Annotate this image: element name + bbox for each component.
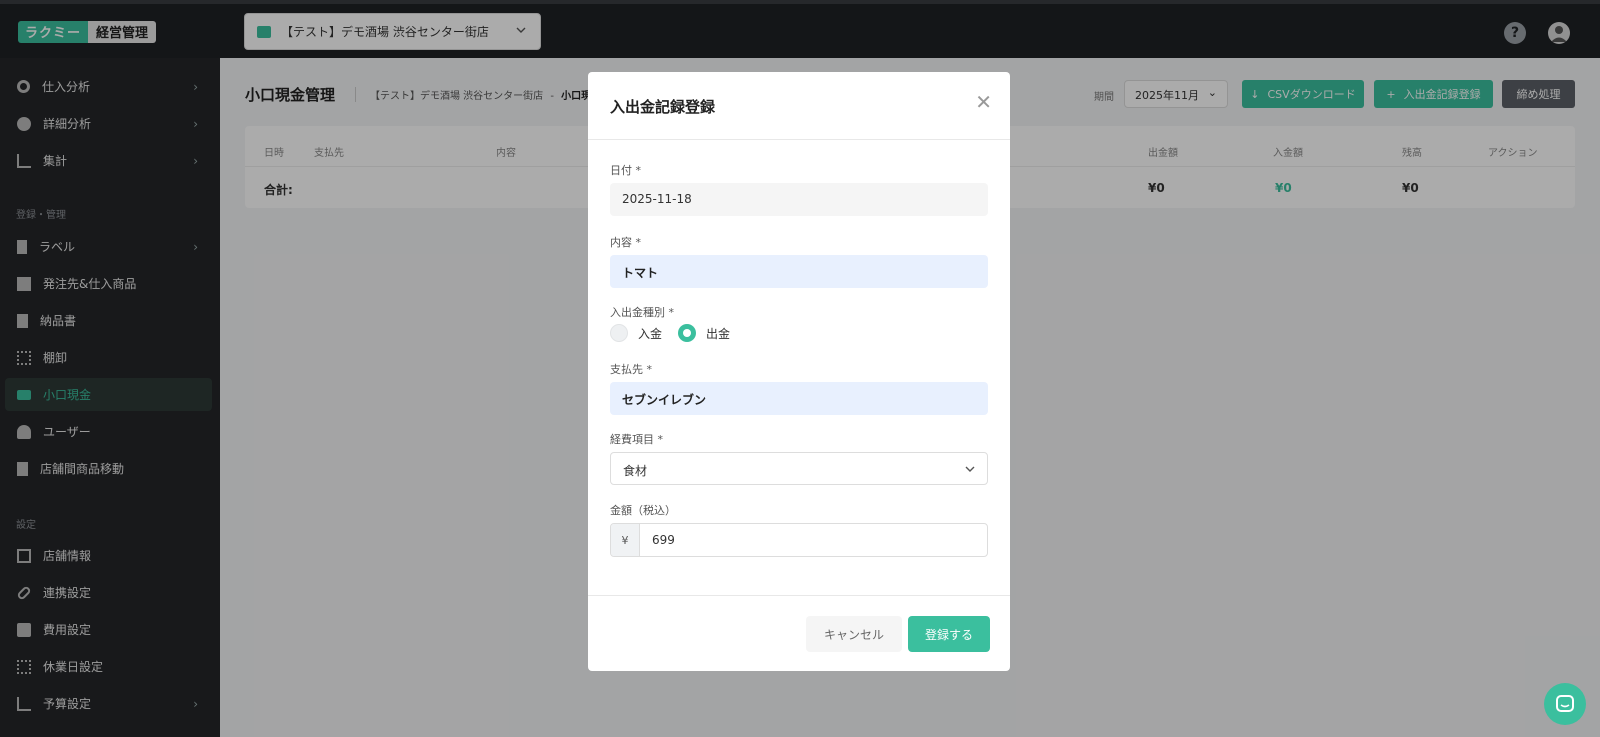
modal-header: 入出金記録登録 ✕ xyxy=(588,72,1010,140)
radio-withdrawal[interactable] xyxy=(678,324,697,342)
submit-button[interactable]: 登録する xyxy=(908,616,990,652)
cancel-button[interactable]: キャンセル xyxy=(806,616,902,652)
chevron-down-icon xyxy=(965,466,975,472)
amount-field[interactable]: 699 xyxy=(640,524,687,556)
modal-footer: キャンセル 登録する xyxy=(588,595,1010,671)
type-label: 入出金種別 * xyxy=(610,306,674,319)
type-radio-group: 入金 出金 xyxy=(610,324,730,342)
expense-select[interactable]: 食材 xyxy=(610,452,988,485)
radio-withdrawal-label: 出金 xyxy=(706,326,731,341)
payee-label: 支払先 * xyxy=(610,363,652,376)
amount-input-group: ¥ 699 xyxy=(610,523,988,557)
amount-label: 金額（税込） xyxy=(610,504,676,517)
content-label: 内容 * xyxy=(610,236,641,249)
radio-deposit[interactable] xyxy=(610,324,628,342)
chat-support-icon[interactable] xyxy=(1544,683,1586,725)
radio-deposit-label: 入金 xyxy=(638,326,663,341)
payee-field[interactable]: セブンイレブン xyxy=(610,382,988,415)
expense-select-value: 食材 xyxy=(623,464,648,478)
date-label: 日付 * xyxy=(610,164,641,177)
record-modal: 入出金記録登録 ✕ 日付 * 2025-11-18 内容 * トマト 入出金種別… xyxy=(588,72,1010,671)
content-field[interactable]: トマト xyxy=(610,255,988,288)
expense-label: 経費項目 * xyxy=(610,433,663,446)
yen-prefix: ¥ xyxy=(611,524,640,556)
date-field[interactable]: 2025-11-18 xyxy=(610,183,988,216)
modal-title: 入出金記録登録 xyxy=(610,98,716,116)
close-icon[interactable]: ✕ xyxy=(975,90,992,114)
